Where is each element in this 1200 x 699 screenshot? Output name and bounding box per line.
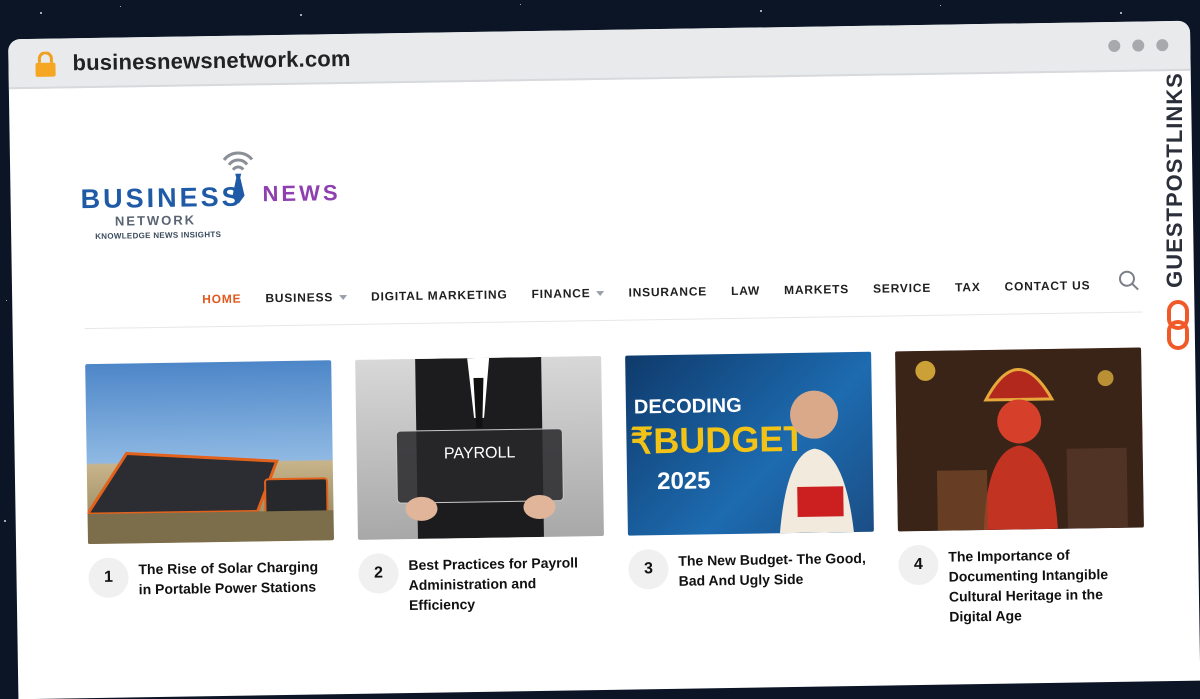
logo-news-text: NEWS [262,180,341,207]
nav-item-finance[interactable]: FINANCE [531,286,605,301]
page-content: BUSINESS NEWS NETWORK KNOWLEDGE NEWS INS… [9,71,1200,699]
post-number: 1 [88,557,129,599]
budget-image-line-3: 2025 [657,467,711,495]
payroll-photo[interactable]: PAYROLL [355,356,604,540]
nav-item-tax[interactable]: TAX [955,280,981,294]
featured-posts: 1 The Rise of Solar Charging in Portable… [85,347,1145,641]
solar-panel-photo[interactable] [85,360,334,545]
post-card[interactable]: 4 The Importance of Documenting Intangib… [895,347,1145,628]
post-card[interactable]: 1 The Rise of Solar Charging in Portable… [85,360,335,640]
side-brand-text: GUESTPOSTLINKS [1162,72,1187,288]
window-dot-icon[interactable] [1132,39,1145,52]
logo-business-text: BUSINESS [80,181,243,215]
search-icon[interactable] [1118,270,1140,292]
budget-image-line-1: DECODING [634,395,742,419]
nav-item-markets[interactable]: MARKETS [784,282,849,297]
window-dot-icon[interactable] [1108,39,1121,53]
site-logo[interactable]: BUSINESS NEWS NETWORK KNOWLEDGE NEWS INS… [80,144,351,241]
post-number: 2 [358,553,399,594]
post-number: 4 [898,544,939,586]
post-card[interactable]: PAYROLL 2 Best Practices for Payroll Adm… [355,356,605,636]
main-nav: HOME BUSINESS DIGITAL MARKETING FINANCE … [202,278,1090,306]
chevron-down-icon [339,294,348,300]
budget-photo[interactable]: DECODING ₹BUDGET 2025 [625,351,874,536]
post-title[interactable]: Best Practices for Payroll Administratio… [408,550,605,615]
window-controls [1108,39,1169,53]
nav-item-service[interactable]: SERVICE [873,281,931,296]
post-title[interactable]: The New Budget- The Good, Bad And Ugly S… [678,546,875,591]
budget-image-line-2: ₹BUDGET [630,418,806,462]
chevron-down-icon [596,290,605,296]
post-title[interactable]: The Rise of Solar Charging in Portable P… [138,554,335,599]
window-dot-icon[interactable] [1156,39,1169,52]
url-text[interactable]: businesnewsnetwork.com [72,46,351,76]
payroll-image-text: PAYROLL [444,444,516,462]
nav-item-business[interactable]: BUSINESS [265,290,348,305]
nav-item-contact-us[interactable]: CONTACT US [1004,278,1090,293]
nav-item-digital-marketing[interactable]: DIGITAL MARKETING [371,287,508,303]
nav-divider [84,311,1143,330]
heritage-photo[interactable] [895,347,1144,532]
browser-window: businesnewsnetwork.com BUSINESS NEWS NET… [8,20,1200,699]
logo-network-text: NETWORK [114,212,197,229]
nav-item-law[interactable]: LAW [731,284,760,298]
lock-icon [35,51,56,77]
post-number: 3 [628,548,669,590]
nav-item-insurance[interactable]: INSURANCE [628,284,707,299]
logo-tagline: KNOWLEDGE NEWS INSIGHTS [95,229,222,241]
post-card[interactable]: DECODING ₹BUDGET 2025 3 The New Budget- … [625,351,875,632]
chain-link-icon [1167,300,1189,350]
nav-item-home[interactable]: HOME [202,292,241,307]
post-title[interactable]: The Importance of Documenting Intangible… [948,542,1145,627]
